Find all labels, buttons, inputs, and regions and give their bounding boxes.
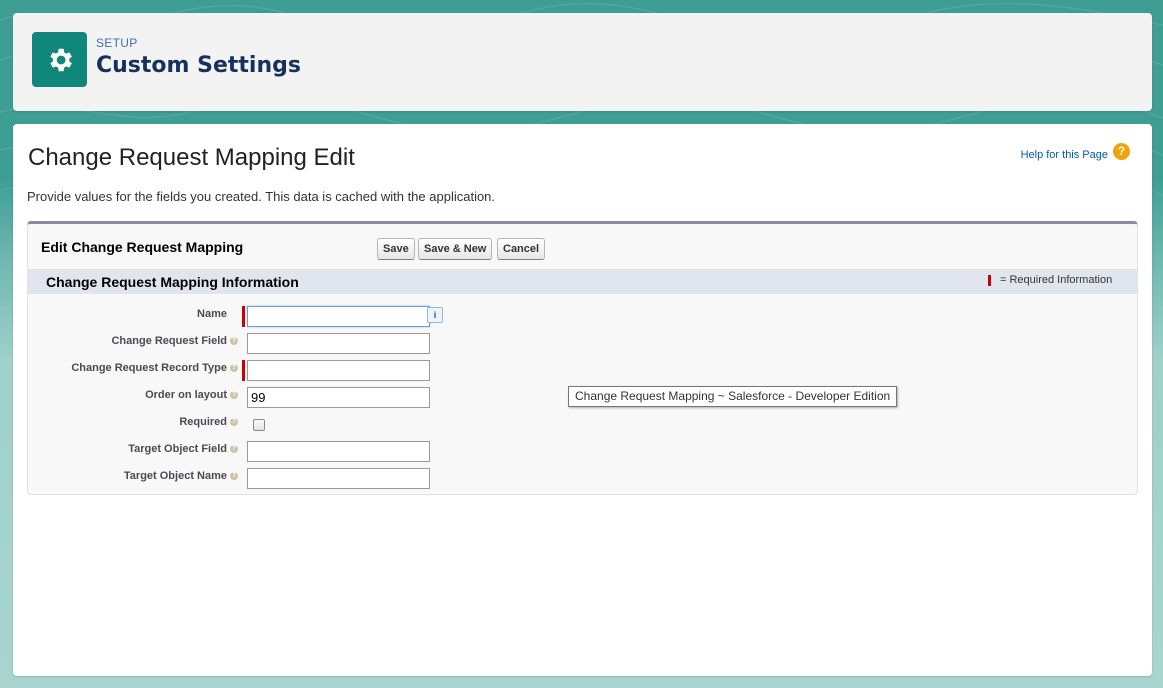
header-title: Custom Settings <box>96 53 301 78</box>
setup-breadcrumb[interactable]: SETUP <box>96 36 138 50</box>
required-label: Required? <box>179 416 238 428</box>
change-request-record-type-label: Change Request Record Type? <box>71 362 238 374</box>
target-object-field-label: Target Object Field? <box>128 443 238 455</box>
help-bubble-icon[interactable]: ? <box>230 418 238 427</box>
name-input[interactable] <box>247 306 430 327</box>
edit-block: Edit Change Request Mapping Save Save & … <box>27 221 1138 495</box>
help-bubble-icon[interactable]: ? <box>230 445 238 454</box>
name-label: Name <box>197 308 227 320</box>
help-link[interactable]: Help for this Page <box>1021 149 1108 161</box>
setup-header: SETUP Custom Settings <box>13 13 1152 111</box>
target-object-field-label-text: Target Object Field <box>128 443 227 455</box>
name-label-text: Name <box>197 308 227 320</box>
page-description: Provide values for the fields you create… <box>27 189 496 204</box>
section-title: Change Request Mapping Information <box>46 274 299 290</box>
help-bubble-icon[interactable]: ? <box>230 364 238 373</box>
info-icon[interactable]: i <box>427 307 443 323</box>
main-content: Change Request Mapping Edit Help for thi… <box>13 124 1152 676</box>
order-on-layout-input[interactable] <box>247 387 430 408</box>
target-object-field-input[interactable] <box>247 441 430 462</box>
help-bubble-icon[interactable]: ? <box>230 337 238 346</box>
order-on-layout-label: Order on layout? <box>145 389 238 401</box>
question-icon[interactable]: ? <box>1113 143 1130 160</box>
required-legend: = Required Information <box>1000 274 1113 286</box>
target-object-name-label: Target Object Name? <box>124 470 238 482</box>
order-on-layout-label-text: Order on layout <box>145 389 227 401</box>
change-request-field-label-text: Change Request Field <box>111 335 227 347</box>
required-marker-legend <box>988 275 991 286</box>
page-title: Change Request Mapping Edit <box>28 144 355 171</box>
required-label-text: Required <box>179 416 227 428</box>
help-bubble-icon[interactable]: ? <box>230 472 238 481</box>
record-type-required-marker <box>242 360 245 381</box>
change-request-record-type-input[interactable] <box>247 360 430 381</box>
change-request-field-input[interactable] <box>247 333 430 354</box>
required-checkbox[interactable] <box>253 419 265 431</box>
target-object-name-label-text: Target Object Name <box>123 470 227 482</box>
cancel-button[interactable]: Cancel <box>497 238 546 260</box>
save-button[interactable]: Save <box>377 238 415 260</box>
save-and-new-button[interactable]: Save & New <box>418 238 493 260</box>
gear-icon <box>32 32 87 87</box>
section-header: Change Request Mapping Information = Req… <box>28 269 1137 294</box>
change-request-field-label: Change Request Field? <box>111 335 238 347</box>
window-title-tooltip: Change Request Mapping ~ Salesforce - De… <box>568 386 898 407</box>
edit-block-title: Edit Change Request Mapping <box>41 239 244 255</box>
help-bubble-icon[interactable]: ? <box>230 391 238 400</box>
target-object-name-input[interactable] <box>247 468 430 489</box>
name-required-marker <box>242 306 245 327</box>
change-request-record-type-label-text: Change Request Record Type <box>71 362 227 374</box>
